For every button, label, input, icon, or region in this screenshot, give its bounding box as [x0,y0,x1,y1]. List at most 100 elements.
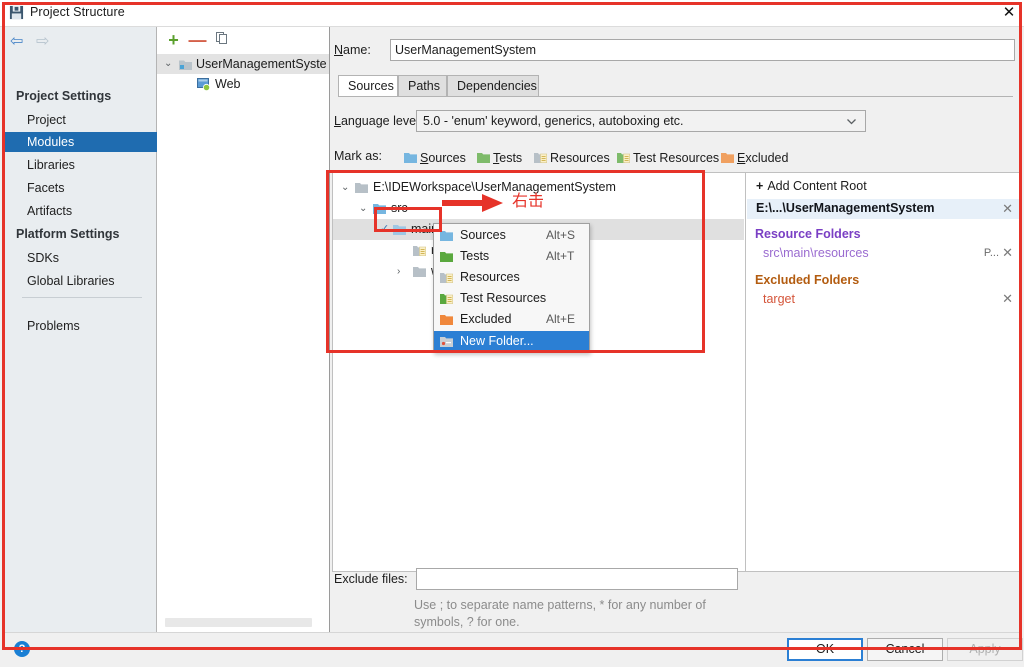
web-facet-icon [197,78,210,91]
context-menu-item-new-folder-label: New Folder... [460,334,534,348]
name-label-rest: ame: [343,43,371,57]
module-row-usermanagementsystem[interactable]: ⌄ UserManagementSyste [157,54,330,74]
folder-sources-icon [373,204,386,214]
settings-sidebar: ⇦ ⇨ Project Settings Platform Settings P… [2,27,157,632]
sidebar-item-artifacts[interactable]: Artifacts [2,201,157,221]
ok-button[interactable]: OK [787,638,863,661]
help-icon[interactable]: ? [14,641,30,657]
modules-panel: + — ⌄ UserManagementSyste Web [157,27,330,632]
sidebar-item-project[interactable]: Project [2,110,157,130]
mark-as-tests-button[interactable]: Tests [477,149,522,167]
mark-as-resources-label: Resources [550,151,610,165]
back-arrow-icon[interactable]: ⇦ [10,34,23,50]
context-menu-item-new-folder[interactable]: New Folder... [434,331,589,352]
tab-dependencies[interactable]: Dependencies [447,75,539,97]
sidebar-item-global-libraries[interactable]: Global Libraries [2,271,157,291]
tab-paths[interactable]: Paths [398,75,447,97]
resource-folder-badge: P... [983,247,999,259]
mark-as-resources-button[interactable]: Resources [534,149,610,167]
language-level-label-rest: anguage level: [340,114,423,128]
add-content-root-button[interactable]: + Add Content Root [756,179,867,193]
folder-tests-icon [440,252,453,262]
tree-row-src-label: src [391,201,408,215]
mark-as-sources-button[interactable]: Sources [404,149,466,167]
folder-icon [355,183,368,193]
plus-icon: + [756,179,764,193]
context-menu-item-tests[interactable]: Tests Alt+T [434,246,589,267]
dialog-button-bar: ? OK Cancel Apply [2,632,1023,665]
mark-as-tests-label: ests [499,151,523,165]
add-module-button[interactable]: + [164,31,183,50]
exclude-files-input[interactable] [416,568,738,590]
tab-sources[interactable]: Sources [338,75,398,97]
context-menu-item-test-resources[interactable]: Test Resources [434,288,589,309]
excluded-folder-item[interactable]: target [763,292,795,306]
folder-excluded-icon [721,150,734,163]
context-menu-item-sources-label: Sources [460,228,506,242]
module-label: UserManagementSyste [196,57,327,71]
folder-resources-icon [440,273,453,283]
folder-excluded-icon [440,315,453,325]
sidebar-item-problems[interactable]: Problems [2,316,157,336]
settings-tabs: Sources Paths Dependencies [338,75,1013,97]
content-root-selected-row[interactable]: E:\...\UserManagementSystem ✕ [747,199,1019,219]
module-icon [179,60,192,70]
excluded-folders-heading: Excluded Folders [755,273,860,287]
remove-excluded-folder-icon[interactable]: ✕ [1002,292,1013,305]
chevron-down-icon[interactable]: ⌄ [341,177,349,198]
context-menu-item-test-resources-label: Test Resources [460,291,547,305]
tab-underline [338,96,1013,97]
context-menu-item-resources[interactable]: Resources [434,267,589,288]
apply-button: Apply [947,638,1023,661]
cancel-button[interactable]: Cancel [867,638,943,661]
chevron-down-icon[interactable]: ⌄ [164,54,172,74]
mark-as-test-resources-label: Test Resources [633,151,720,165]
folder-test-resources-icon [440,294,453,304]
folder-sources-icon [404,150,417,163]
language-level-value: 5.0 - 'enum' keyword, generics, autoboxi… [423,114,684,128]
chevron-right-icon[interactable]: › [397,261,400,282]
tree-row-src[interactable]: ⌄ src [333,198,744,219]
module-name-input[interactable] [390,39,1015,61]
exclude-files-hint: Use ; to separate name patterns, * for a… [414,598,706,629]
project-structure-dialog: Project Structure ✕ ⇦ ⇨ Project Settings… [0,0,1024,667]
new-folder-icon [440,337,453,347]
module-web-label: Web [215,77,241,91]
remove-resource-folder-icon[interactable]: ✕ [1002,246,1013,259]
mark-as-sources-label: ources [428,151,466,165]
sidebar-item-libraries[interactable]: Libraries [2,155,157,175]
add-content-root-label: Add Content Root [767,179,867,193]
language-level-select[interactable]: 5.0 - 'enum' keyword, generics, autoboxi… [416,110,866,132]
folder-resources-icon [534,150,547,163]
copy-module-button[interactable] [212,31,231,50]
module-row-web[interactable]: Web [157,74,330,94]
mark-as-excluded-button[interactable]: Excluded [721,149,788,167]
sidebar-item-facets[interactable]: Facets [2,178,157,198]
close-icon[interactable]: ✕ [999,3,1019,23]
tree-row-content-root[interactable]: ⌄ E:\IDEWorkspace\UserManagementSystem [333,177,744,198]
remove-content-root-icon[interactable]: ✕ [1002,202,1013,215]
name-label: Name: [334,43,371,57]
folder-tests-icon [477,150,490,163]
nav-arrows: ⇦ ⇨ [10,31,70,53]
sidebar-item-sdks[interactable]: SDKs [2,248,157,268]
tree-row-content-root-label: E:\IDEWorkspace\UserManagementSystem [373,180,616,194]
modules-horizontal-scrollbar[interactable] [165,618,312,627]
sidebar-item-modules[interactable]: Modules [2,132,157,152]
remove-module-button[interactable]: — [188,31,207,50]
context-menu-item-tests-label: Tests [460,249,490,263]
context-menu-item-sources[interactable]: Sources Alt+S [434,225,589,246]
mark-as-label: Mark as: [334,149,382,163]
language-level-label: Language level: [334,114,423,128]
mark-as-test-resources-button[interactable]: Test Resources [617,149,719,167]
modules-toolbar: + — [157,27,330,53]
context-menu-item-excluded[interactable]: Excluded Alt+E [434,309,589,330]
folder-test-resources-icon [617,150,630,163]
folder-sources-icon [393,225,406,235]
sidebar-group-platform-settings: Platform Settings [16,227,120,241]
chevron-down-icon[interactable]: ⌄ [359,198,367,219]
folder-resources-icon [413,246,426,256]
context-menu-item-resources-label: Resources [460,270,520,284]
resource-folder-item[interactable]: src\main\resources [763,246,869,260]
forward-arrow-icon[interactable]: ⇨ [36,34,49,50]
